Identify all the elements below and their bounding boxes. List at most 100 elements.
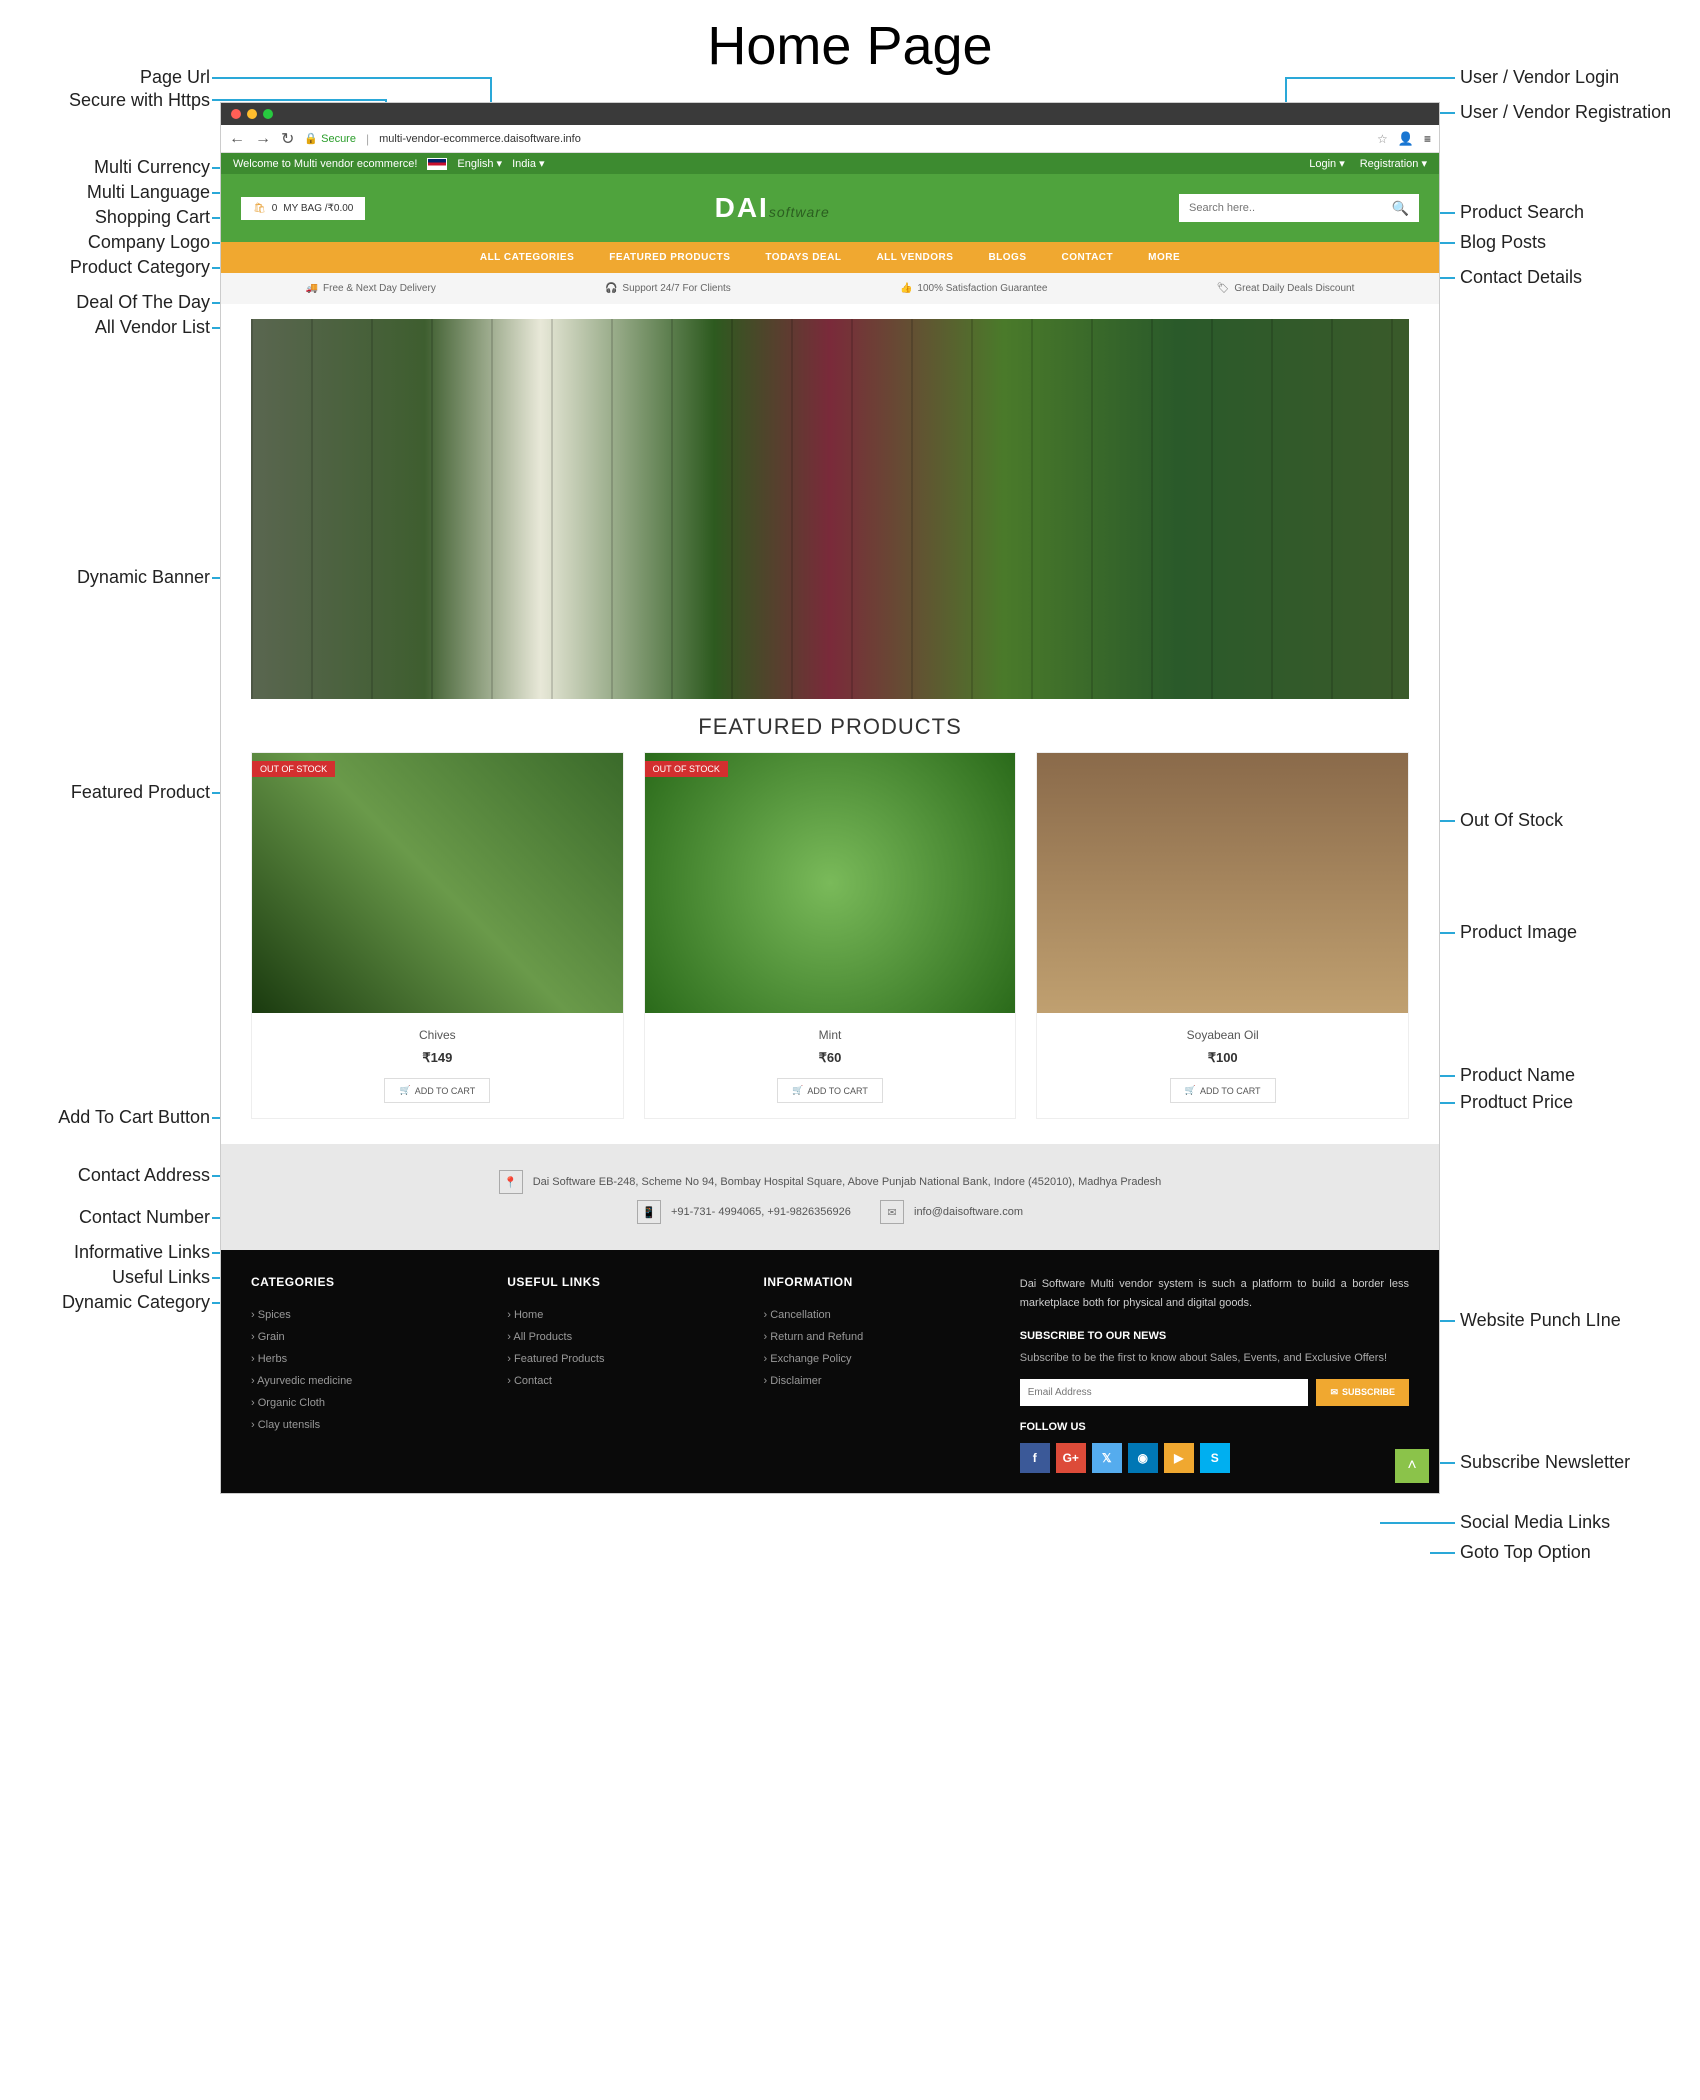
products-row: OUT OF STOCK Chives ₹149 🛒 ADD TO CART O… [221, 752, 1439, 1144]
flag-icon [427, 158, 447, 170]
footer-link[interactable]: Herbs [251, 1348, 467, 1370]
nav-contact[interactable]: CONTACT [1062, 252, 1114, 263]
add-to-cart-button[interactable]: 🛒 ADD TO CART [1170, 1078, 1276, 1103]
product-image[interactable] [1037, 753, 1408, 1013]
footer-link[interactable]: Ayurvedic medicine [251, 1370, 467, 1392]
ann-subscribe: Subscribe Newsletter [1460, 1452, 1630, 1473]
facebook-icon[interactable]: f [1020, 1443, 1050, 1473]
nav-featured[interactable]: FEATURED PRODUCTS [609, 252, 730, 263]
nav-todays-deal[interactable]: TODAYS DEAL [765, 252, 841, 263]
product-name: Soyabean Oil [1047, 1028, 1398, 1042]
ann-user-register: User / Vendor Registration [1460, 102, 1671, 123]
ann-dynamic-banner: Dynamic Banner [0, 567, 210, 588]
footer-link[interactable]: Organic Cloth [251, 1392, 467, 1414]
footer-link[interactable]: Home [507, 1304, 723, 1326]
googleplus-icon[interactable]: G+ [1056, 1443, 1086, 1473]
ann-page-url: Page Url [0, 67, 210, 88]
footer-head-categories: CATEGORIES [251, 1275, 467, 1289]
company-logo[interactable]: DAIsoftware [715, 192, 830, 224]
secure-label: Secure [321, 133, 356, 145]
phone-icon: 📱 [637, 1200, 661, 1224]
twitter-icon[interactable]: 𝕏 [1092, 1443, 1122, 1473]
footer-link[interactable]: Contact [507, 1370, 723, 1392]
window-title-bar [221, 103, 1439, 125]
ann-punchline: Website Punch LIne [1460, 1310, 1621, 1331]
footer-link[interactable]: Disclaimer [764, 1370, 980, 1392]
social-links: f G+ 𝕏 ◉ ▶ S [1020, 1443, 1409, 1473]
footer-link[interactable]: Spices [251, 1304, 467, 1326]
footer-subscribe-col: Dai Software Multi vendor system is such… [1020, 1275, 1409, 1473]
account-icon[interactable]: 👤 [1398, 131, 1414, 147]
product-card: OUT OF STOCK Chives ₹149 🛒 ADD TO CART [251, 752, 624, 1119]
bag-icon: 🛍 [253, 203, 266, 214]
footer-link[interactable]: Clay utensils [251, 1414, 467, 1436]
dynamic-banner[interactable] [251, 319, 1409, 699]
register-link[interactable]: Registration ▾ [1360, 157, 1427, 170]
ann-all-vendor-list: All Vendor List [0, 317, 210, 338]
footer-link[interactable]: Grain [251, 1326, 467, 1348]
ann-useful-links: Useful Links [0, 1267, 210, 1288]
reload-icon[interactable]: ↻ [281, 129, 294, 149]
subscribe-heading: SUBSCRIBE TO OUR NEWS [1020, 1330, 1409, 1342]
subscribe-email-input[interactable] [1020, 1379, 1309, 1406]
menu-icon[interactable]: ≡ [1424, 132, 1431, 146]
footer-head-useful: USEFUL LINKS [507, 1275, 723, 1289]
follow-heading: FOLLOW US [1020, 1421, 1409, 1433]
search-icon[interactable]: 🔍 [1382, 200, 1419, 217]
pinterest-icon[interactable]: ◉ [1128, 1443, 1158, 1473]
currency-dropdown[interactable]: India ▾ [512, 157, 544, 170]
bookmark-icon[interactable]: ☆ [1377, 132, 1388, 146]
ann-user-login: User / Vendor Login [1460, 67, 1619, 88]
ann-multi-language: Multi Language [0, 182, 210, 203]
nav-more[interactable]: MORE [1148, 252, 1180, 263]
welcome-text: Welcome to Multi vendor ecommerce! [233, 158, 417, 170]
footer-link[interactable]: Exchange Policy [764, 1348, 980, 1370]
back-icon[interactable]: ← [229, 130, 245, 148]
email-icon: ✉ [880, 1200, 904, 1224]
footer-link[interactable]: All Products [507, 1326, 723, 1348]
footer-useful: USEFUL LINKS Home All Products Featured … [507, 1275, 723, 1473]
subscribe-button[interactable]: ✉ SUBSCRIBE [1316, 1379, 1409, 1406]
login-link[interactable]: Login ▾ [1309, 157, 1345, 170]
add-to-cart-button[interactable]: 🛒 ADD TO CART [384, 1078, 490, 1103]
secure-indicator: 🔒 Secure [304, 132, 356, 145]
ann-featured-product: Featured Product [0, 782, 210, 803]
add-to-cart-button[interactable]: 🛒 ADD TO CART [777, 1078, 883, 1103]
goto-top-button[interactable]: ˄ [1395, 1449, 1429, 1483]
minimize-window-icon[interactable] [247, 109, 257, 119]
benefit-deals: 🏷 Great Daily Deals Discount [1217, 283, 1355, 294]
page-heading: Home Page [0, 0, 1700, 102]
maximize-window-icon[interactable] [263, 109, 273, 119]
footer-link[interactable]: Featured Products [507, 1348, 723, 1370]
product-price: ₹100 [1047, 1050, 1398, 1066]
top-strip: Welcome to Multi vendor ecommerce! Engli… [221, 153, 1439, 174]
skype-icon[interactable]: S [1200, 1443, 1230, 1473]
footer: CATEGORIES Spices Grain Herbs Ayurvedic … [221, 1250, 1439, 1493]
product-image[interactable]: OUT OF STOCK [645, 753, 1016, 1013]
forward-icon[interactable]: → [255, 130, 271, 148]
logo-sub: software [769, 204, 830, 220]
footer-link[interactable]: Return and Refund [764, 1326, 980, 1348]
ann-product-price: Prodtuct Price [1460, 1092, 1573, 1113]
nav-blogs[interactable]: BLOGS [988, 252, 1026, 263]
ann-contact-number: Contact Number [0, 1207, 210, 1228]
url-text[interactable]: multi-vendor-ecommerce.daisoftware.info [379, 133, 1367, 145]
close-window-icon[interactable] [231, 109, 241, 119]
ann-out-of-stock: Out Of Stock [1460, 810, 1563, 831]
benefit-delivery: 🚚 Free & Next Day Delivery [306, 283, 436, 294]
product-image[interactable]: OUT OF STOCK [252, 753, 623, 1013]
benefit-guarantee: 👍 100% Satisfaction Guarantee [900, 283, 1048, 294]
product-price: ₹60 [655, 1050, 1006, 1066]
search-input[interactable] [1179, 194, 1382, 222]
nav-all-vendors[interactable]: ALL VENDORS [876, 252, 953, 263]
youtube-icon[interactable]: ▶ [1164, 1443, 1194, 1473]
language-dropdown[interactable]: English ▾ [457, 157, 502, 170]
footer-head-info: INFORMATION [764, 1275, 980, 1289]
ann-blog-posts: Blog Posts [1460, 232, 1546, 253]
nav-all-categories[interactable]: ALL CATEGORIES [480, 252, 574, 263]
header-main: 🛍 0 MY BAG /₹0.00 DAIsoftware 🔍 [221, 174, 1439, 242]
cart-label: MY BAG /₹0.00 [283, 203, 353, 214]
footer-link[interactable]: Cancellation [764, 1304, 980, 1326]
benefit-support: 🎧 Support 24/7 For Clients [605, 283, 731, 294]
shopping-cart-box[interactable]: 🛍 0 MY BAG /₹0.00 [241, 197, 365, 220]
